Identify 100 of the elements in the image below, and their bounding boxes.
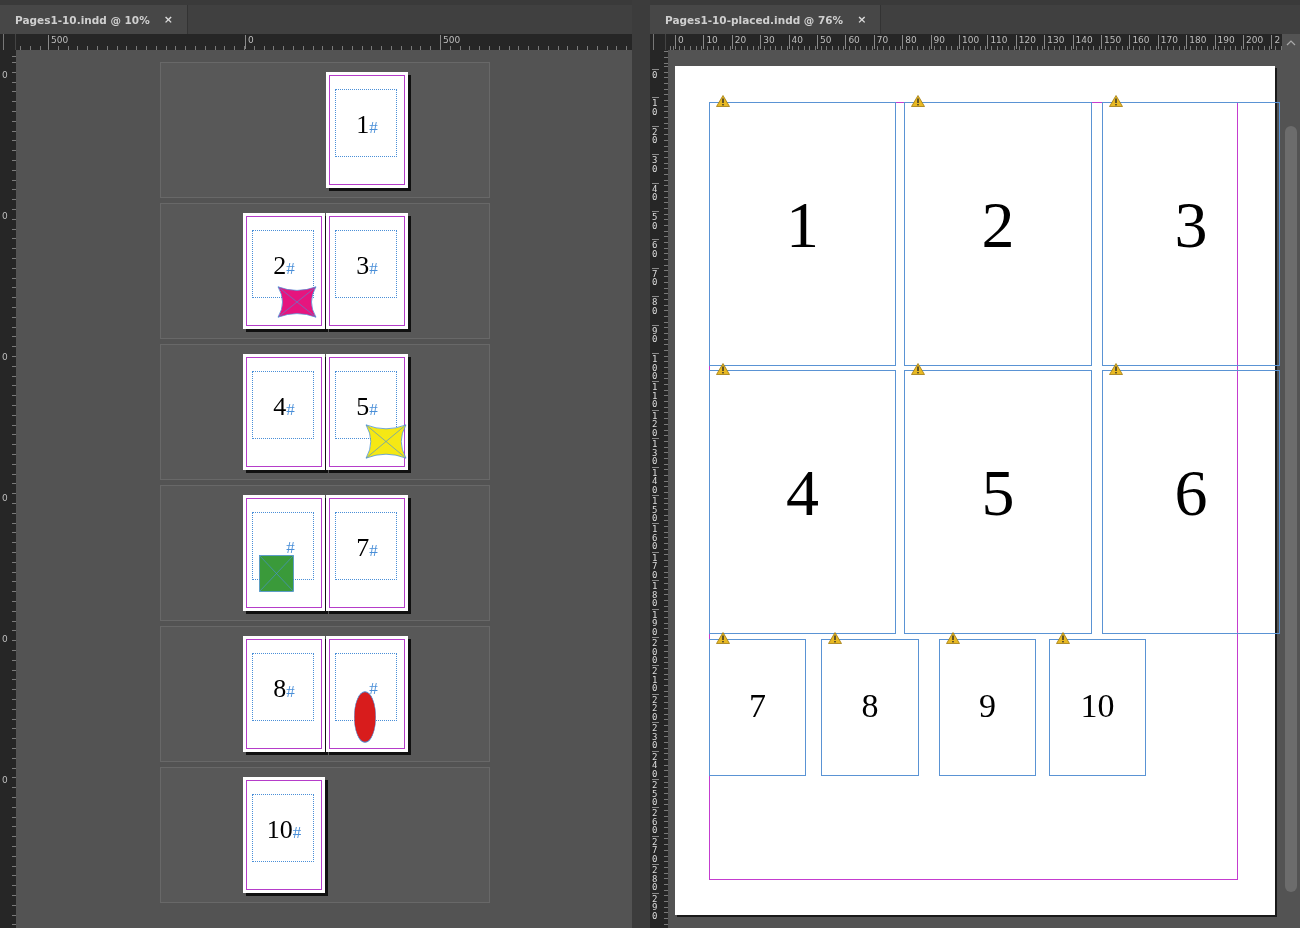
scroll-up-icon[interactable]: [1286, 40, 1296, 46]
warning-icon[interactable]: [1109, 95, 1123, 107]
placed-page-frame[interactable]: 6: [1102, 370, 1280, 634]
page-thumbnail[interactable]: 4#: [243, 354, 325, 470]
page-number: 10: [1080, 689, 1115, 723]
ruler-label: 170: [1157, 35, 1178, 49]
ruler-label: 200: [1243, 35, 1264, 49]
ruler-label: 10: [703, 35, 718, 49]
warning-icon[interactable]: [716, 632, 730, 644]
ruler-label: 100: [959, 35, 980, 49]
ruler-label: 70: [652, 267, 659, 287]
ruler-origin[interactable]: [0, 34, 16, 50]
ruler-label: 80: [902, 35, 917, 49]
page-number-marker: #: [369, 118, 378, 139]
warning-icon[interactable]: [911, 95, 925, 107]
ruler-label: 180: [652, 580, 659, 608]
star-shape[interactable]: [365, 424, 407, 459]
placed-page-frame[interactable]: 4: [709, 370, 896, 634]
ruler-label: 50: [652, 211, 659, 230]
text-frame: [335, 512, 397, 580]
page-number: 2: [273, 251, 287, 281]
close-tab-button[interactable]: ×: [163, 13, 173, 26]
ruler-label: 500: [440, 35, 461, 49]
placed-page-frame[interactable]: 9: [939, 639, 1036, 776]
page-number: 1: [786, 192, 819, 258]
page-number: 8: [273, 674, 287, 704]
ruler-label: 110: [652, 381, 659, 409]
ruler-label: 210: [652, 665, 659, 693]
warning-icon[interactable]: [911, 363, 925, 375]
ruler-label: 30: [760, 35, 775, 49]
page-thumbnail[interactable]: 1#: [326, 72, 408, 188]
ruler-label: 500: [48, 35, 69, 49]
warning-icon[interactable]: [716, 95, 730, 107]
page-number: 3: [356, 251, 370, 281]
ruler-label: 90: [652, 324, 659, 344]
ruler-origin[interactable]: [650, 34, 666, 50]
placed-page-frame[interactable]: 10: [1049, 639, 1146, 776]
ruler-label: 20: [731, 35, 747, 49]
ruler-label: 160: [1129, 35, 1150, 49]
page-thumbnail[interactable]: 8#: [243, 636, 325, 752]
scrollbar-thumb[interactable]: [1285, 126, 1297, 892]
placed-page-frame[interactable]: 5: [904, 370, 1092, 634]
ruler-label: 0: [2, 71, 8, 80]
ruler-label: 290: [652, 892, 659, 921]
ruler-label: 150: [652, 495, 659, 523]
ruler-label: 250: [652, 779, 659, 807]
page-number-marker: #: [369, 541, 378, 562]
ruler-label: 190: [1214, 35, 1235, 49]
ruler-label: 130: [652, 438, 659, 466]
page-number: 2: [981, 192, 1015, 258]
ruler-label: 0: [2, 635, 8, 644]
page-thumbnail[interactable]: 2#: [243, 213, 325, 329]
page-number-marker: #: [369, 678, 378, 700]
text-frame: [252, 794, 314, 862]
page-number: 5: [981, 460, 1015, 526]
page-number: 4: [273, 392, 287, 422]
placed-page-frame[interactable]: 8: [821, 639, 919, 776]
ruler-label: 200: [652, 637, 659, 665]
page-thumbnail[interactable]: 10#: [243, 777, 325, 893]
page-number-marker: #: [286, 682, 295, 703]
ruler-label: 0: [245, 35, 254, 49]
text-frame: [335, 230, 397, 298]
ruler-label: 0: [652, 69, 659, 80]
page-number-marker: #: [369, 400, 378, 421]
ruler-label: 140: [1072, 35, 1093, 49]
warning-icon[interactable]: [716, 363, 730, 375]
warning-icon[interactable]: [946, 632, 960, 644]
warning-icon[interactable]: [828, 632, 842, 644]
ruler-label: 80: [652, 296, 659, 316]
ruler-label: 60: [845, 35, 860, 49]
close-tab-button[interactable]: ×: [857, 13, 867, 26]
placed-page-frame[interactable]: 3: [1102, 102, 1280, 366]
warning-icon[interactable]: [1056, 632, 1070, 644]
ruler-label: 270: [652, 835, 659, 864]
ruler-label: 90: [930, 35, 946, 49]
page-thumbnail[interactable]: 7#: [326, 495, 408, 611]
warning-icon[interactable]: [1109, 363, 1123, 375]
ruler-label: 0: [675, 35, 684, 49]
ruler-label: 150: [1101, 35, 1122, 49]
page-number: 8: [861, 689, 879, 723]
ruler-label: 190: [652, 608, 659, 637]
page-thumbnail[interactable]: 3#: [326, 213, 408, 329]
page-number-marker: #: [286, 400, 295, 421]
ruler-label: 120: [652, 409, 659, 438]
placed-page-frame[interactable]: 1: [709, 102, 896, 366]
ruler-label: 70: [873, 35, 889, 49]
page-number: 6: [1174, 460, 1208, 526]
ruler-label: 40: [788, 35, 804, 49]
star-shape[interactable]: [277, 286, 317, 318]
page-number-marker: #: [369, 259, 378, 280]
ruler-label: 130: [1044, 35, 1065, 49]
placed-page-frame[interactable]: 7: [709, 639, 806, 776]
ruler-label: 260: [652, 807, 659, 835]
ruler-label: 170: [652, 551, 659, 580]
placed-page-frame[interactable]: 2: [904, 102, 1092, 366]
page-number: 7: [749, 689, 766, 723]
document-tab[interactable]: Pages1-10-placed.indd @ 76% ×: [650, 5, 882, 34]
document-tab[interactable]: Pages1-10.indd @ 10% ×: [0, 5, 188, 34]
ruler-label: 0: [2, 494, 8, 503]
ruler-label: 240: [652, 750, 659, 779]
